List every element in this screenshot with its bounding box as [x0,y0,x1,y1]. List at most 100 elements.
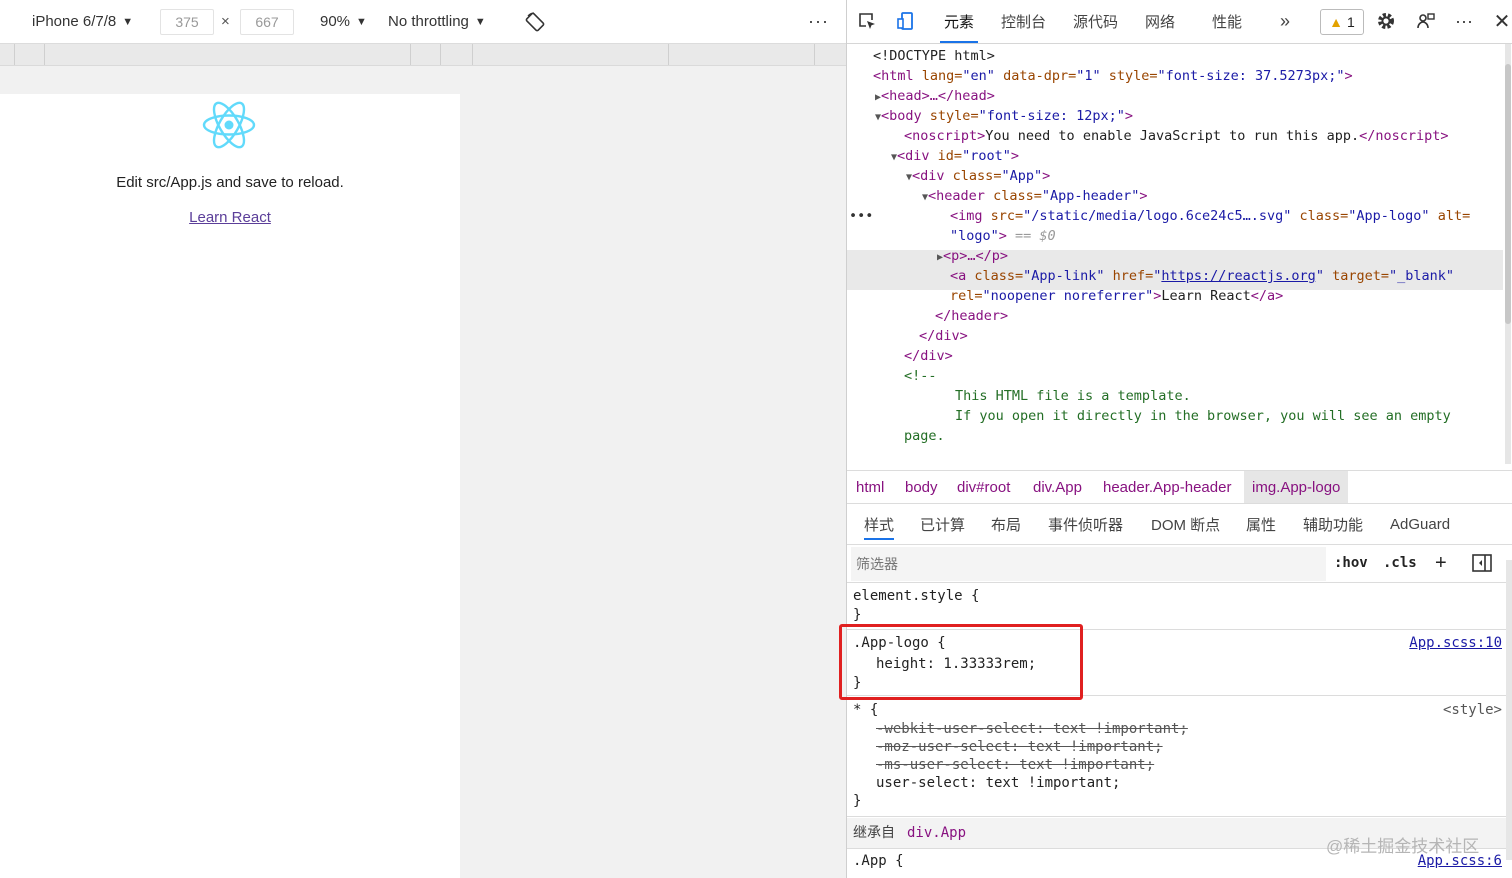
tab-styles[interactable]: 样式 [864,504,895,544]
dom-scrollbar[interactable] [1505,44,1511,464]
node-actions-ellipsis[interactable]: ••• [849,206,873,226]
dom-line-html[interactable]: <html lang="en" data-dpr="1" style="font… [873,66,1353,86]
tab-event-listeners[interactable]: 事件侦听器 [1048,504,1123,544]
more-tabs-icon[interactable]: » [1280,0,1290,43]
media-query-ruler[interactable] [0,44,846,66]
ms-user-select-declaration[interactable]: -ms-user-select: text !important; [876,756,1154,775]
tab-performance[interactable]: 性能 [1212,0,1242,43]
more-options-icon[interactable]: ··· [808,0,829,43]
throttling-select[interactable]: No throttling ▼ [388,0,486,43]
tab-console[interactable]: 控制台 [1001,0,1046,43]
dropdown-arrow-icon: ▼ [356,15,367,28]
devtools-tab-bar: 元素 控制台 源代码 网络 性能 » ▲ 1 ··· ✕ [847,0,1512,44]
dom-line-p[interactable]: ▶<p>…</p> [937,246,1008,266]
inherited-from-link[interactable]: div.App [907,824,966,843]
height-input[interactable]: 667 [240,9,294,35]
throttling-label: No throttling [388,13,469,30]
tab-network[interactable]: 网络 [1145,0,1175,43]
dom-line-body[interactable]: ▼<body style="font-size: 12px;"> [875,106,1133,126]
tab-computed[interactable]: 已计算 [920,504,965,544]
app-selector[interactable]: .App { [853,852,904,871]
tab-elements[interactable]: 元素 [939,0,979,43]
styles-scrollbar[interactable] [1506,560,1512,860]
learn-react-link-row: Learn React [0,209,460,226]
watermark: @稀土掘金技术社区 [1326,837,1480,856]
element-style-close: } [853,607,862,623]
class-toggle-button[interactable]: .cls [1383,544,1417,582]
dropdown-arrow-icon: ▼ [122,15,134,28]
times-sign: × [221,13,230,30]
settings-gear-icon[interactable] [1375,10,1397,32]
dom-line-comment-2[interactable]: If you open it directly in the browser, … [955,406,1451,426]
app-logo-source-link[interactable]: App.scss:10 [1409,634,1502,653]
toggle-sidebar-icon[interactable] [1472,544,1492,582]
width-input[interactable]: 375 [160,9,214,35]
dom-line-comment-3[interactable]: page. [904,426,945,446]
device-label: iPhone 6/7/8 [32,13,117,30]
dom-line-header[interactable]: ▼<header class="App-header"> [922,186,1148,206]
user-select-declaration[interactable]: user-select: text !important; [876,774,1120,793]
tab-sources[interactable]: 源代码 [1073,0,1118,43]
breadcrumb: html body div#root div.App header.App-he… [847,470,1512,503]
red-highlight-annotation [839,624,1083,700]
dom-line-img-cont[interactable]: "logo"> == $0 [950,226,1056,246]
breadcrumb-img[interactable]: img.App-logo [1244,471,1349,503]
dom-line-img[interactable]: <img src="/static/media/logo.6ce24c5….sv… [950,206,1470,226]
universal-source[interactable]: <style> [1443,701,1502,720]
connected-devices-icon[interactable] [1415,10,1437,32]
tab-dom-breakpoints[interactable]: DOM 断点 [1151,504,1220,544]
hover-state-button[interactable]: :hov [1334,544,1368,582]
styles-tab-bar: 样式 已计算 布局 事件侦听器 DOM 断点 属性 辅助功能 AdGuard [847,503,1512,545]
device-select[interactable]: iPhone 6/7/8 ▼ [32,0,133,43]
universal-rule: * { <style> -webkit-user-select: text !i… [847,698,1512,817]
tab-accessibility[interactable]: 辅助功能 [1303,504,1363,544]
more-menu-icon[interactable]: ··· [1453,10,1475,32]
styles-filter-row: :hov .cls + [847,544,1512,583]
device-emulation-pane: iPhone 6/7/8 ▼ 375 × 667 90% ▼ No throttli… [0,0,846,878]
react-logo-icon [202,101,256,149]
dom-line-noscript[interactable]: <noscript>You need to enable JavaScript … [904,126,1449,146]
zoom-select[interactable]: 90% ▼ [320,0,367,43]
dom-line-head[interactable]: ▶<head>…</head> [875,86,995,106]
breadcrumb-header[interactable]: header.App-header [1103,471,1231,503]
href-link[interactable]: https://reactjs.org [1161,268,1315,284]
moz-user-select-declaration[interactable]: -moz-user-select: text !important; [876,738,1163,757]
dom-line-root-close[interactable]: </div> [904,346,953,366]
dom-line-app-close[interactable]: </div> [919,326,968,346]
tab-adguard[interactable]: AdGuard [1390,504,1450,544]
device-toolbar: iPhone 6/7/8 ▼ 375 × 667 90% ▼ No throttli… [0,0,846,44]
dom-line-doctype[interactable]: <!DOCTYPE html> [873,46,995,66]
devtools-panel: 元素 控制台 源代码 网络 性能 » ▲ 1 ··· ✕ <!DOCTYPE ht… [847,0,1512,878]
styles-filter-input[interactable] [851,547,1326,581]
webkit-user-select-declaration[interactable]: -webkit-user-select: text !important; [876,720,1188,739]
element-style-selector[interactable]: element.style { [853,587,979,606]
breadcrumb-root[interactable]: div#root [957,471,1010,503]
warnings-badge[interactable]: ▲ 1 [1320,9,1364,35]
device-toggle-icon[interactable] [895,10,917,32]
warnings-count: 1 [1347,14,1355,30]
dom-tree: <!DOCTYPE html> <html lang="en" data-dpr… [847,44,1512,468]
universal-selector[interactable]: * { [853,701,878,720]
breadcrumb-html[interactable]: html [856,471,884,503]
universal-close: } [853,793,862,809]
dropdown-arrow-icon: ▼ [474,15,486,28]
inspect-element-icon[interactable] [856,10,878,32]
zoom-label: 90% [320,13,351,30]
close-icon[interactable]: ✕ [1491,10,1512,33]
dom-line-a[interactable]: <a class="App-link" href="https://reactj… [950,266,1454,286]
dom-line-header-close[interactable]: </header> [935,306,1008,326]
new-rule-plus-icon[interactable]: + [1435,544,1447,582]
tab-layout[interactable]: 布局 [991,504,1021,544]
dom-line-app[interactable]: ▼<div class="App"> [906,166,1050,186]
dom-line-a-cont[interactable]: rel="noopener noreferrer">Learn React</a… [950,286,1283,306]
tab-properties[interactable]: 属性 [1246,504,1276,544]
dom-line-root[interactable]: ▼<div id="root"> [891,146,1019,166]
breadcrumb-body[interactable]: body [905,471,938,503]
breadcrumb-app[interactable]: div.App [1033,471,1082,503]
edit-instruction-text: Edit src/App.js and save to reload. [116,174,344,191]
dom-line-comment[interactable]: <!-- [904,366,937,386]
dom-line-comment-1[interactable]: This HTML file is a template. [955,386,1191,406]
learn-react-link[interactable]: Learn React [189,209,271,226]
rotate-icon[interactable] [525,0,545,43]
inherited-label: 继承自 [853,824,895,840]
